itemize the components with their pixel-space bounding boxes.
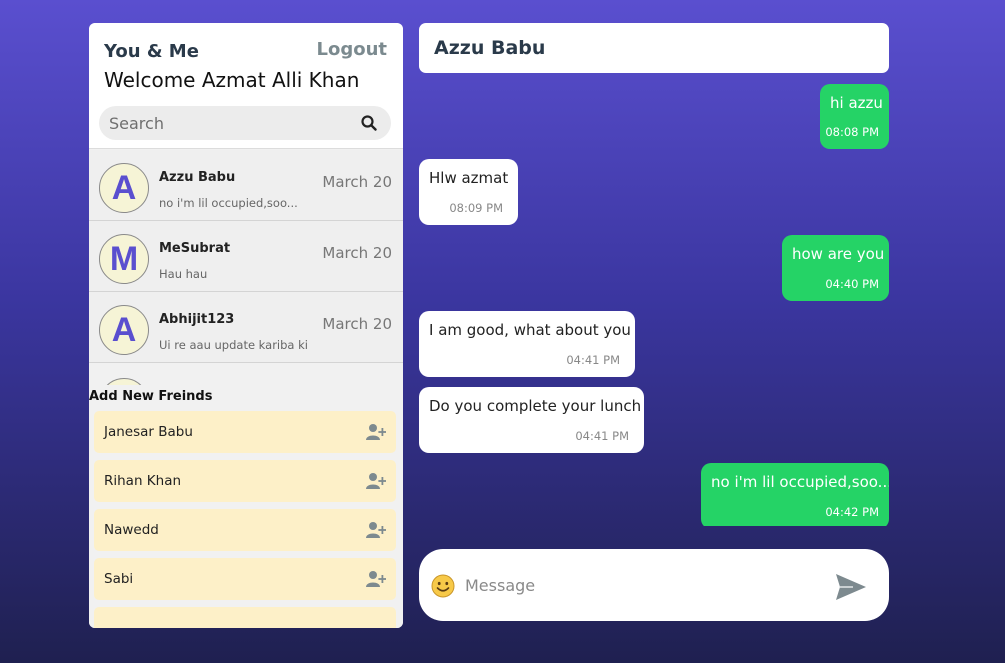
- message-bubble-sent: no i'm lil occupied,soo... 04:42 PM: [701, 463, 889, 526]
- message-bubble-received: Do you complete your lunch 04:41 PM: [419, 387, 644, 453]
- logout-button[interactable]: Logout: [316, 39, 387, 60]
- welcome-text: Welcome Azmat Alli Khan: [104, 68, 360, 92]
- avatar: M: [99, 234, 149, 284]
- chat-last-message: Ui re aau update kariba ki: [159, 338, 308, 352]
- search-bar: [89, 95, 403, 149]
- friend-suggestion[interactable]: Rihan Khan: [94, 460, 396, 502]
- message-composer: [419, 549, 889, 621]
- friend-suggestion[interactable]: Sabi: [94, 558, 396, 600]
- chat-last-message: no i'm lil occupied,soo...: [159, 196, 298, 210]
- avatar: A: [99, 163, 149, 213]
- add-user-icon[interactable]: [366, 570, 386, 588]
- message-text: hi azzu: [830, 94, 883, 112]
- chat-date: March 20: [322, 244, 392, 262]
- message-time: 04:40 PM: [825, 277, 879, 291]
- friend-suggestion[interactable]: Nawedd: [94, 509, 396, 551]
- chat-list-item[interactable]: A Azzu Babu no i'm lil occupied,soo... M…: [89, 150, 403, 221]
- message-list[interactable]: hi azzu 08:08 PM Hlw azmat 08:09 PM how …: [419, 80, 889, 526]
- message-time: 08:09 PM: [449, 201, 503, 215]
- message-input[interactable]: [465, 569, 815, 601]
- chat-list-item[interactable]: M MeSubrat Hau hau March 20: [89, 221, 403, 292]
- add-user-icon[interactable]: [366, 521, 386, 539]
- search-box[interactable]: [99, 106, 391, 140]
- chat-date: March 20: [322, 173, 392, 191]
- message-bubble-received: Hlw azmat 08:09 PM: [419, 159, 518, 225]
- friend-name: Janesar Babu: [104, 424, 193, 440]
- friend-name: Rihan Khan: [104, 473, 182, 489]
- send-icon[interactable]: [835, 573, 867, 601]
- message-text: how are you: [792, 245, 885, 263]
- chat-contact-name: Abhijit123: [159, 312, 235, 327]
- search-icon[interactable]: [361, 115, 377, 131]
- message-text: I am good, what about you: [429, 321, 631, 339]
- friend-suggestion[interactable]: Janesar Babu: [94, 411, 396, 453]
- friend-name: Nawedd: [104, 522, 159, 538]
- avatar: A: [99, 305, 149, 355]
- add-user-icon[interactable]: [366, 472, 386, 490]
- chat-list-item[interactable]: A Abhijit123 Ui re aau update kariba ki …: [89, 292, 403, 363]
- add-friends-section: Add New Freinds Janesar Babu Rihan Khan …: [89, 385, 403, 628]
- chat-list: A Azzu Babu no i'm lil occupied,soo... M…: [89, 150, 403, 367]
- chat-date: March 20: [322, 315, 392, 333]
- message-time: 04:42 PM: [825, 505, 879, 519]
- sidebar-header: You & Me Logout Welcome Azmat Alli Khan: [89, 23, 403, 95]
- chat-header: Azzu Babu: [419, 23, 889, 73]
- friend-suggestion-partial[interactable]: [94, 607, 396, 628]
- message-bubble-sent: hi azzu 08:08 PM: [820, 84, 889, 149]
- message-time: 04:41 PM: [566, 353, 620, 367]
- search-input[interactable]: [109, 106, 349, 140]
- app-brand: You & Me: [104, 41, 199, 62]
- add-friends-title: Add New Freinds: [89, 389, 213, 404]
- chat-title: Azzu Babu: [434, 37, 546, 59]
- message-bubble-sent: how are you 04:40 PM: [782, 235, 889, 301]
- message-text: Hlw azmat: [429, 169, 509, 187]
- chat-contact-name: MeSubrat: [159, 241, 231, 256]
- add-user-icon[interactable]: [366, 423, 386, 441]
- message-time: 04:41 PM: [575, 429, 629, 443]
- message-text: no i'm lil occupied,soo...: [711, 473, 889, 491]
- friend-name: Sabi: [104, 571, 134, 587]
- chat-last-message: Hau hau: [159, 267, 208, 281]
- message-bubble-received: I am good, what about you 04:41 PM: [419, 311, 635, 377]
- smiley-icon[interactable]: [431, 574, 455, 598]
- message-time: 08:08 PM: [825, 125, 879, 139]
- message-text: Do you complete your lunch: [429, 397, 642, 415]
- chat-contact-name: Azzu Babu: [159, 170, 236, 185]
- sidebar: You & Me Logout Welcome Azmat Alli Khan …: [89, 23, 403, 628]
